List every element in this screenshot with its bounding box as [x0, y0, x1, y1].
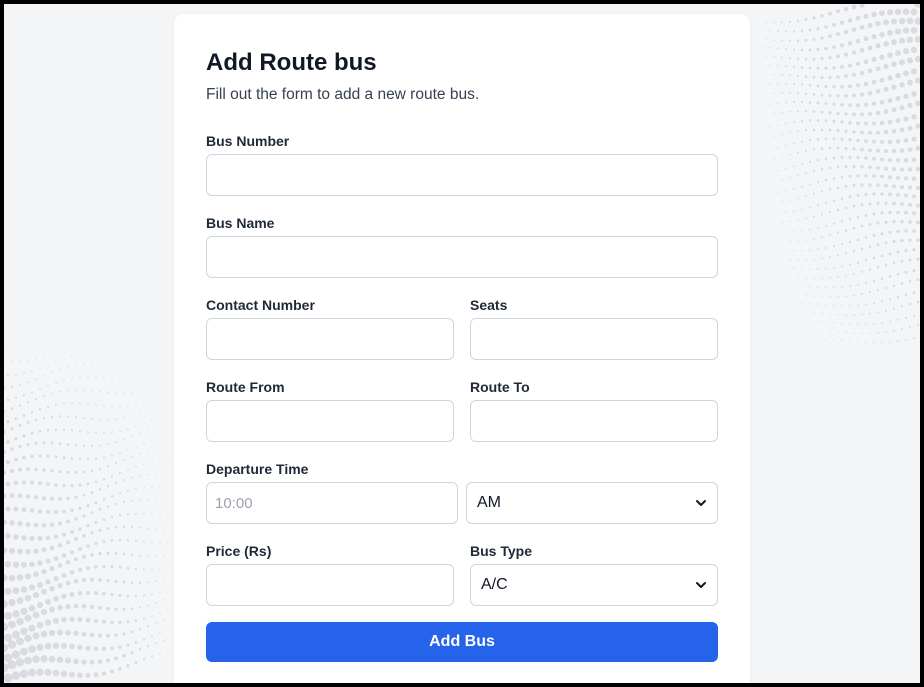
- contact-number-field[interactable]: [206, 318, 454, 360]
- page-frame: Add Route bus Fill out the form to add a…: [0, 0, 924, 687]
- seats-field[interactable]: [470, 318, 718, 360]
- price-label: Price (Rs): [206, 543, 272, 559]
- price-field[interactable]: [206, 564, 454, 606]
- contact-number-label: Contact Number: [206, 297, 315, 313]
- bus-name-field[interactable]: [206, 236, 718, 278]
- bus-number-label: Bus Number: [206, 133, 290, 149]
- page-title: Add Route bus: [206, 49, 377, 76]
- route-to-field[interactable]: [470, 400, 718, 442]
- meridiem-select[interactable]: AM: [466, 482, 718, 524]
- chevron-down-icon: [696, 582, 706, 588]
- page-subtitle: Fill out the form to add a new route bus…: [206, 86, 480, 103]
- departure-time-field[interactable]: [206, 482, 458, 524]
- chevron-down-icon: [696, 500, 706, 506]
- departure-time-label: Departure Time: [206, 461, 309, 477]
- add-bus-button[interactable]: Add Bus: [206, 622, 718, 662]
- meridiem-selected-value: AM: [477, 494, 501, 511]
- bus-type-select[interactable]: A/C: [470, 564, 718, 606]
- bus-name-label: Bus Name: [206, 215, 275, 231]
- bus-number-field[interactable]: [206, 154, 718, 196]
- bus-type-selected-value: A/C: [481, 576, 508, 593]
- route-to-label: Route To: [470, 379, 530, 395]
- bus-type-label: Bus Type: [470, 543, 532, 559]
- route-from-label: Route From: [206, 379, 285, 395]
- route-from-field[interactable]: [206, 400, 454, 442]
- add-bus-form-card: Add Route bus Fill out the form to add a…: [174, 14, 750, 683]
- seats-label: Seats: [470, 297, 508, 313]
